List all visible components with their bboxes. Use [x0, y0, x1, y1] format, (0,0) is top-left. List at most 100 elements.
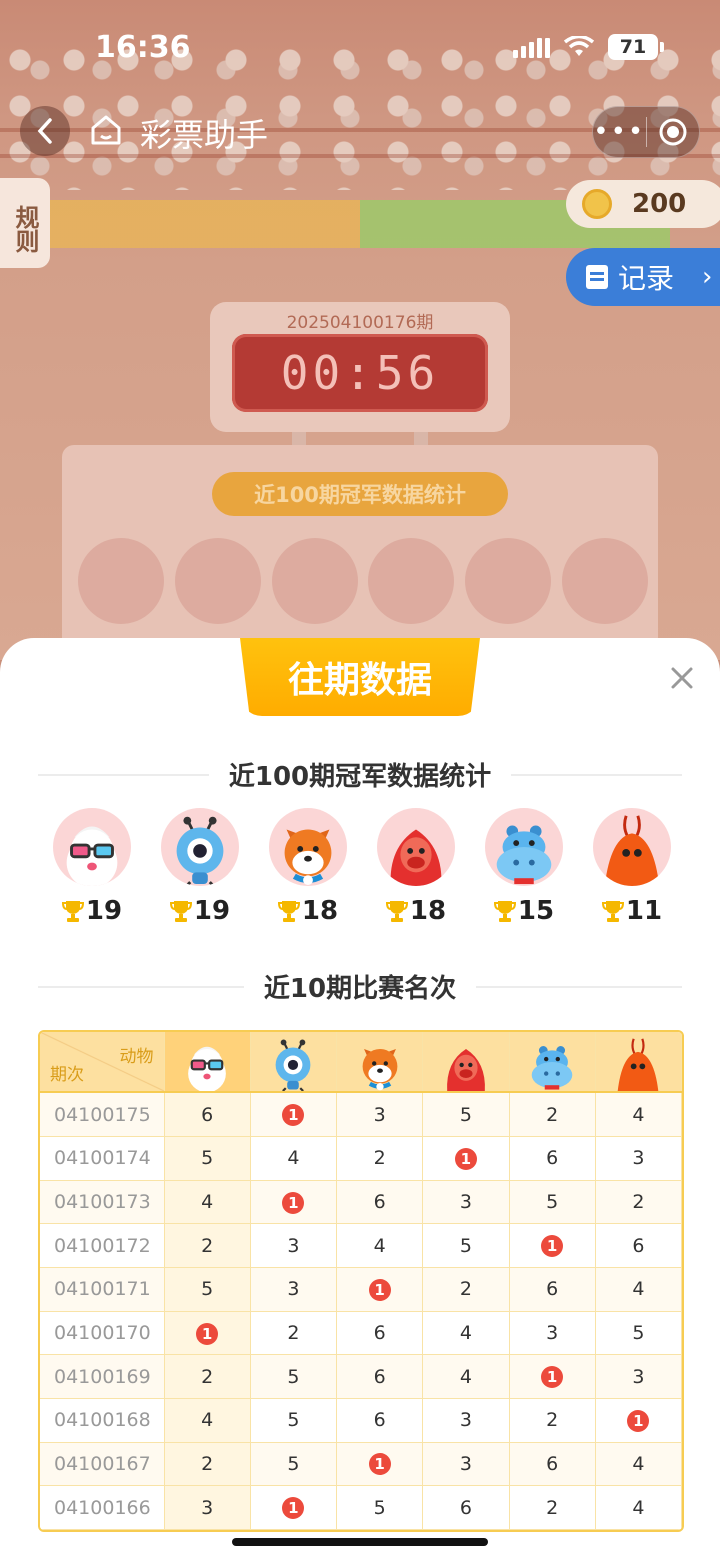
rank-cell: 1	[509, 1354, 596, 1399]
table-row: 04100167 2 5 1 3 6 4	[40, 1442, 682, 1487]
countdown-board: 202504100176期 00:56	[210, 302, 510, 432]
rank-cell: 1	[250, 1180, 338, 1225]
trophy-icon	[385, 901, 408, 922]
rank-cell: 2	[509, 1485, 596, 1530]
divider-line	[476, 985, 682, 988]
back-button[interactable]	[20, 106, 70, 156]
trophy-icon	[601, 901, 624, 922]
rank-cell: 1	[595, 1398, 682, 1443]
rank-cell: 6	[164, 1092, 251, 1138]
crayfish-icon	[618, 1037, 659, 1091]
table-row: 04100172 2 3 4 5 1 6	[40, 1223, 682, 1269]
avatar	[53, 808, 131, 886]
column-header-gorilla	[422, 1032, 510, 1093]
rank-cell: 2	[509, 1398, 596, 1443]
champion-hippo: 15	[484, 808, 564, 926]
ranking-section-heading: 近10期比赛名次	[38, 968, 682, 1005]
ranking-table: 动物 期次 04100175 6 1 3 5 2 4 04100174 5 4 2 1 6 3 041001…	[38, 1030, 684, 1532]
rank-cell: 3	[595, 1354, 682, 1399]
rank-cell: 3	[336, 1092, 424, 1138]
divider-line	[511, 773, 682, 776]
rank-cell: 5	[250, 1398, 338, 1443]
rank-cell: 6	[509, 1267, 596, 1312]
period-cell: 04100168	[40, 1398, 165, 1443]
avatar	[426, 1033, 506, 1091]
rank-cell: 1	[250, 1485, 338, 1530]
champion-win-count: 19	[169, 896, 230, 926]
trophy-icon	[493, 901, 516, 922]
rank-cell: 3	[422, 1180, 510, 1225]
champion-win-count: 18	[385, 896, 446, 926]
rank-cell: 6	[336, 1398, 424, 1443]
rank-cell: 5	[164, 1267, 251, 1312]
period-cell: 04100170	[40, 1311, 165, 1356]
win-count-value: 18	[301, 896, 339, 926]
win-count-value: 11	[625, 896, 663, 926]
home-icon[interactable]	[88, 112, 124, 148]
avatar	[561, 538, 648, 624]
table-row: 04100171 5 3 1 2 6 4	[40, 1267, 682, 1312]
table-row: 04100169 2 5 6 4 1 3	[40, 1354, 682, 1399]
close-sheet-button[interactable]	[666, 662, 698, 694]
shiba-dog-icon	[362, 1048, 398, 1090]
countdown-timer: 00:56	[232, 334, 488, 412]
more-options-button[interactable]: •••	[593, 117, 646, 147]
coin-balance: 200	[566, 180, 720, 228]
trophy-icon	[277, 901, 300, 922]
crayfish-icon	[604, 815, 660, 886]
champion-win-count: 15	[493, 896, 555, 926]
avatar	[78, 538, 164, 624]
champion-stats-row: 19 19 18 18 15 11	[52, 808, 672, 926]
first-place-badge: 1	[282, 1497, 305, 1520]
champions-section-heading: 近100期冠军数据统计	[38, 756, 682, 793]
champion-snowman: 19	[52, 808, 132, 926]
champion-ant: 19	[160, 808, 240, 926]
home-indicator	[232, 1538, 488, 1546]
period-cell: 04100169	[40, 1354, 165, 1399]
first-place-badge: 1	[368, 1278, 391, 1301]
rank-cell: 6	[336, 1311, 424, 1356]
avatar	[271, 538, 358, 624]
period-cell: 04100175	[40, 1092, 165, 1138]
period-cell: 04100173	[40, 1180, 165, 1225]
record-button[interactable]: 记录 ›	[566, 248, 720, 306]
background-stats-title: 近100期冠军数据统计	[212, 472, 508, 516]
rank-cell: 5	[509, 1180, 596, 1225]
close-icon	[671, 667, 693, 689]
ranking-heading-text: 近10期比赛名次	[263, 974, 457, 1004]
mini-program-capsule: •••	[592, 106, 700, 158]
first-place-badge: 1	[541, 1235, 564, 1258]
rank-cell: 4	[164, 1398, 251, 1443]
table-row: 04100173 4 1 6 3 5 2	[40, 1180, 682, 1225]
sheet-title: 往期数据	[240, 638, 480, 716]
avatar	[161, 808, 239, 886]
rank-cell: 2	[336, 1136, 424, 1181]
avatar	[167, 1033, 247, 1091]
hippo-icon	[496, 825, 552, 885]
battery-icon: 71	[608, 34, 664, 60]
table-row: 04100175 6 1 3 5 2 4	[40, 1092, 682, 1138]
table-header-row: 动物 期次	[40, 1032, 682, 1093]
rank-cell: 4	[595, 1442, 682, 1487]
coin-icon	[582, 189, 612, 219]
first-place-badge: 1	[282, 1191, 305, 1214]
wifi-icon	[564, 36, 594, 56]
avatar	[174, 538, 261, 624]
rank-cell: 2	[509, 1092, 596, 1138]
rank-cell: 6	[422, 1485, 510, 1530]
win-count-value: 15	[517, 896, 555, 926]
rank-cell: 1	[336, 1442, 424, 1487]
avatar	[512, 1033, 592, 1091]
history-data-sheet: 往期数据 近100期冠军数据统计 19 19 18 18 15 11 近10期比赛名次 动…	[0, 638, 720, 1560]
rank-cell: 4	[336, 1223, 424, 1269]
target-icon	[659, 118, 687, 146]
close-mini-program-button[interactable]	[646, 117, 699, 147]
rank-cell: 1	[250, 1092, 338, 1138]
corner-animal-label: 动物	[119, 1047, 154, 1067]
rules-tab[interactable]: 规则	[0, 178, 50, 268]
rank-cell: 3	[509, 1311, 596, 1356]
rank-cell: 5	[164, 1136, 251, 1181]
divider-line	[38, 985, 244, 988]
first-place-badge: 1	[454, 1147, 477, 1170]
column-header-hippo	[509, 1032, 596, 1093]
